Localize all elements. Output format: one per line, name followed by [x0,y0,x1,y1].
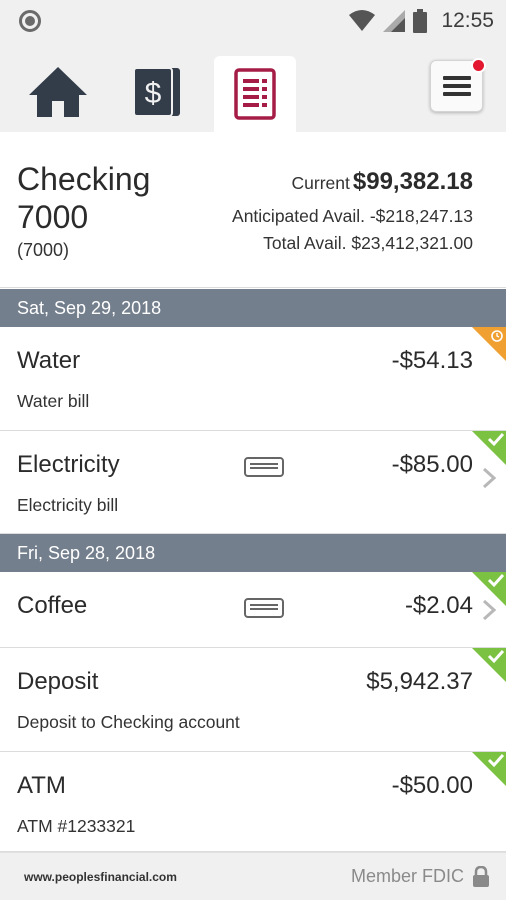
top-tab-bar: $ [0,42,506,132]
transaction-amount: -$85.00 [391,451,473,478]
transaction-amount: -$50.00 [391,772,473,799]
footer: www.peoplesfinancial.com Member FDIC [0,852,506,900]
hamburger-menu-icon [442,76,471,96]
transaction-name: ATM [17,772,66,799]
account-summary: Checking 7000 (7000) Current $99,382.18 A… [0,132,506,288]
transaction-description: Deposit to Checking account [17,712,240,732]
cleared-check-icon [472,572,506,606]
transaction-name: Deposit [17,668,99,695]
date-header: Sat, Sep 29, 2018 [0,289,506,327]
lock-icon [473,866,489,887]
status-time: 12:55 [441,9,494,32]
current-balance-value: $99,382.18 [352,168,473,195]
receipt-icon [244,457,284,477]
cell-signal-icon [383,10,406,32]
website-link[interactable]: www.peoplesfinancial.com [24,870,177,884]
receipt-icon [244,598,284,618]
transaction-description: Water bill [17,391,90,411]
pending-clock-icon [472,327,506,361]
cleared-check-icon [472,648,506,682]
transaction-name: Electricity [17,451,120,478]
transaction-amount: -$2.04 [404,592,473,619]
account-name: Checking 7000 [17,161,151,235]
chevron-right-icon [482,467,496,489]
tab-home[interactable] [17,54,99,130]
transaction-amount: $5,942.37 [366,668,473,695]
transaction-row[interactable]: Water Water bill -$54.13 [0,327,506,431]
transaction-row[interactable]: Electricity Electricity bill -$85.00 [0,431,506,534]
current-balance: Current $99,382.18 [292,168,473,196]
transaction-row[interactable]: Deposit Deposit to Checking account $5,9… [0,648,506,752]
status-icons: 12:55 [349,6,494,36]
date-header: Fri, Sep 28, 2018 [0,534,506,572]
tab-accounts[interactable]: $ [116,54,198,130]
wifi-icon [349,10,376,31]
anticipated-available: Anticipated Avail. -$218,247.13 [232,206,473,226]
current-balance-label: Current [291,173,350,193]
transaction-row[interactable]: ATM ATM #1233321 -$50.00 [0,752,506,852]
member-fdic-label: Member FDIC [350,866,464,886]
transaction-amount: -$54.13 [391,347,473,374]
transaction-row[interactable]: Coffee -$2.04 [0,572,506,648]
status-bar: 12:55 [0,0,506,42]
account-number: (7000) [17,240,70,260]
transaction-description: ATM #1233321 [17,816,136,836]
dollar-bill-icon: $ [133,67,180,117]
tab-activity[interactable] [214,56,296,132]
svg-text:$: $ [145,77,162,110]
cleared-check-icon [472,752,506,786]
cleared-check-icon [472,431,506,465]
notification-dot-icon [19,10,41,32]
menu-button[interactable] [430,58,486,112]
battery-icon [413,9,428,33]
transaction-name: Coffee [17,592,88,619]
total-available: Total Avail. $23,412,321.00 [263,233,473,253]
notification-badge [471,58,486,73]
home-icon [29,67,87,117]
ledger-icon [234,68,276,120]
transaction-description: Electricity bill [17,495,119,515]
transaction-name: Water [17,347,81,374]
